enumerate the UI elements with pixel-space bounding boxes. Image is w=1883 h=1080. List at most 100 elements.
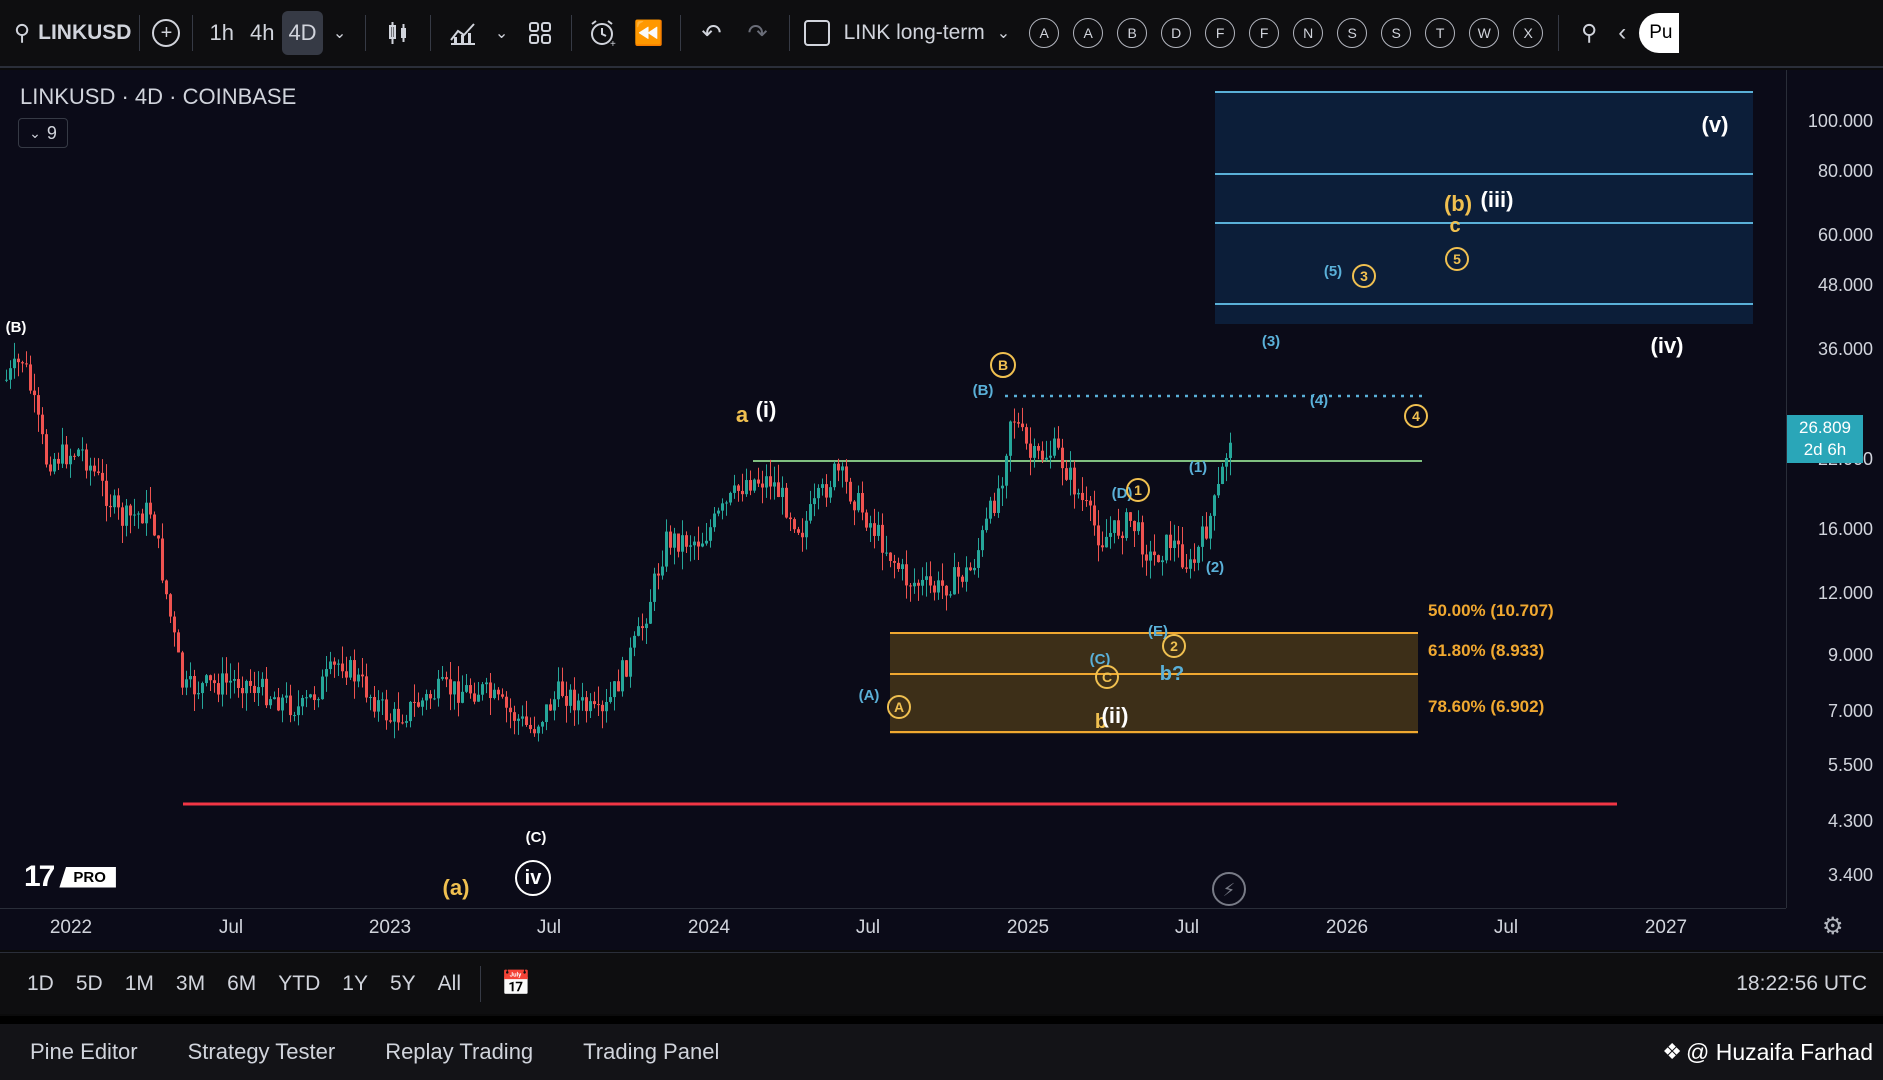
wave-circle-circ4[interactable]: 4 — [1404, 404, 1428, 428]
wave-circle-B-circ[interactable]: B — [990, 352, 1016, 378]
quick-search-button[interactable]: ⚲ — [1567, 11, 1611, 55]
candle-body — [1189, 559, 1192, 569]
range-button-6m[interactable]: 6M — [227, 972, 256, 996]
letter-button-s[interactable]: S — [1337, 18, 1368, 48]
alarm-clock-icon: + — [590, 20, 616, 48]
range-button-ytd[interactable]: YTD — [278, 972, 320, 996]
undo-button[interactable]: ↶ — [689, 11, 735, 55]
wave-label-three-paren[interactable]: (3) — [1262, 333, 1280, 350]
chart-type-button[interactable] — [374, 11, 422, 55]
panel-tab-pine-editor[interactable]: Pine Editor — [30, 1039, 138, 1065]
letter-button-w[interactable]: W — [1469, 18, 1500, 48]
wave-label-iv-right[interactable]: (iv) — [1651, 333, 1684, 358]
timeframe-dropdown[interactable]: ⌄ — [323, 11, 357, 55]
time-scale[interactable]: 2022 Jul 2023 Jul 2024 Jul 2025 Jul 2026 Jul 2027 — [0, 908, 1786, 950]
price-scale[interactable]: 100.00080.00060.00048.00036.00022.00016.… — [1786, 70, 1883, 908]
letter-button-f[interactable]: F — [1205, 18, 1236, 48]
plus-circle-icon: + — [152, 19, 181, 47]
candle-body — [1177, 540, 1180, 545]
range-button-1m[interactable]: 1M — [125, 972, 154, 996]
candle-body — [277, 697, 280, 711]
candle-body — [421, 700, 424, 707]
panel-tab-trading-panel[interactable]: Trading Panel — [583, 1039, 719, 1065]
candle-body — [329, 661, 332, 670]
utc-clock[interactable]: 18:22:56 UTC — [1736, 972, 1867, 996]
candle-body — [17, 358, 20, 363]
letter-button-s[interactable]: S — [1381, 18, 1412, 48]
letter-button-t[interactable]: T — [1425, 18, 1456, 48]
layout-name-button[interactable]: LINK long-term ⌄ — [798, 11, 1017, 55]
candle-body — [633, 635, 636, 648]
symbol-search[interactable]: ⚲ LINKUSD — [14, 11, 131, 55]
indicators-dropdown[interactable]: ⌄ — [487, 11, 517, 55]
wave-label-a-i[interactable]: a — [736, 402, 749, 427]
wave-label-two-paren[interactable]: (2) — [1206, 559, 1224, 576]
letter-button-d[interactable]: D — [1161, 18, 1192, 48]
wave-label-i[interactable]: (i) — [756, 397, 777, 422]
time-tick-label: 2025 — [1006, 917, 1050, 938]
indicators-toggle[interactable]: ⌄ 9 — [18, 118, 68, 148]
wave-label-four-paren[interactable]: (4) — [1310, 392, 1328, 409]
candle-body — [285, 695, 288, 698]
timeframe-1h[interactable]: 1h — [201, 11, 241, 55]
chart-area[interactable]: (B) a (i) (B) (b) (iii) c (v) (iv) (5) (3) (4) (D) (1… — [0, 70, 1883, 950]
wave-label-one-paren[interactable]: (1) — [1189, 459, 1207, 476]
chart-settings-button[interactable]: ⚙ — [1822, 912, 1844, 941]
candle-body — [1069, 467, 1072, 480]
candle-body — [453, 681, 456, 695]
wave-circle-iv-bottom[interactable]: iv — [515, 860, 551, 896]
wave-label-b-paren[interactable]: (b) — [1444, 191, 1472, 216]
panel-tab-strategy-tester[interactable]: Strategy Tester — [188, 1039, 336, 1065]
redo-button[interactable]: ↷ — [735, 11, 781, 55]
range-button-1d[interactable]: 1D — [27, 972, 54, 996]
wave-label-v[interactable]: (v) — [1702, 112, 1729, 137]
wave-label-A-paren[interactable]: (A) — [859, 687, 880, 704]
collapse-button[interactable]: ‹ — [1611, 11, 1633, 55]
letter-button-a[interactable]: A — [1073, 18, 1104, 48]
wave-label-iii[interactable]: (iii) — [1481, 187, 1514, 212]
alert-button[interactable]: + — [580, 11, 626, 55]
compare-add-button[interactable]: + — [148, 11, 184, 55]
candle-body — [469, 685, 472, 694]
candle-body — [325, 669, 328, 677]
candle-body — [5, 379, 8, 381]
wave-label-b-q[interactable]: b? — [1160, 663, 1184, 685]
letter-button-x[interactable]: X — [1513, 18, 1544, 48]
panel-tab-replay-trading[interactable]: Replay Trading — [385, 1039, 533, 1065]
publish-button[interactable]: Pu — [1639, 13, 1680, 53]
candle-body — [949, 594, 952, 596]
letter-button-n[interactable]: N — [1293, 18, 1324, 48]
wave-label-a-bottom[interactable]: (a) — [443, 875, 470, 900]
range-button-all[interactable]: All — [438, 972, 461, 996]
wave-label-D[interactable]: (D) — [1112, 485, 1133, 502]
lightning-icon[interactable]: ⚡ — [1212, 872, 1246, 906]
candle-body — [77, 449, 80, 456]
wave-label-c[interactable]: c — [1449, 215, 1460, 237]
timeframe-4h[interactable]: 4h — [242, 11, 282, 55]
go-to-date-button[interactable]: 📅 — [501, 969, 531, 998]
wave-label-ii[interactable]: (ii) — [1102, 703, 1129, 728]
range-button-3m[interactable]: 3M — [176, 972, 205, 996]
wave-label-E[interactable]: (E) — [1148, 623, 1168, 640]
letter-button-f[interactable]: F — [1249, 18, 1280, 48]
candle-body — [917, 582, 920, 586]
candle-body — [557, 681, 560, 700]
wave-label-B-paren[interactable]: (B) — [973, 382, 994, 399]
timeframe-4d[interactable]: 4D — [282, 11, 323, 55]
candle-body — [533, 729, 536, 734]
range-button-5y[interactable]: 5Y — [390, 972, 416, 996]
replay-button[interactable]: ⏪ — [626, 11, 672, 55]
letter-button-a[interactable]: A — [1029, 18, 1060, 48]
time-tick-label: 2024 — [687, 917, 731, 938]
chart-plot[interactable]: (B) a (i) (B) (b) (iii) c (v) (iv) (5) (3) (4) (D) (1… — [0, 70, 1786, 908]
range-button-1y[interactable]: 1Y — [342, 972, 368, 996]
letter-button-b[interactable]: B — [1117, 18, 1148, 48]
wave-label-C-bottom[interactable]: (C) — [526, 829, 547, 846]
wave-label-five[interactable]: (5) — [1324, 263, 1342, 280]
candle-body — [1145, 554, 1148, 561]
wave-label-B-left[interactable]: (B) — [6, 319, 27, 336]
range-button-5d[interactable]: 5D — [76, 972, 103, 996]
candle-body — [349, 660, 352, 678]
layout-grid-button[interactable] — [517, 11, 563, 55]
indicators-button[interactable] — [439, 11, 487, 55]
